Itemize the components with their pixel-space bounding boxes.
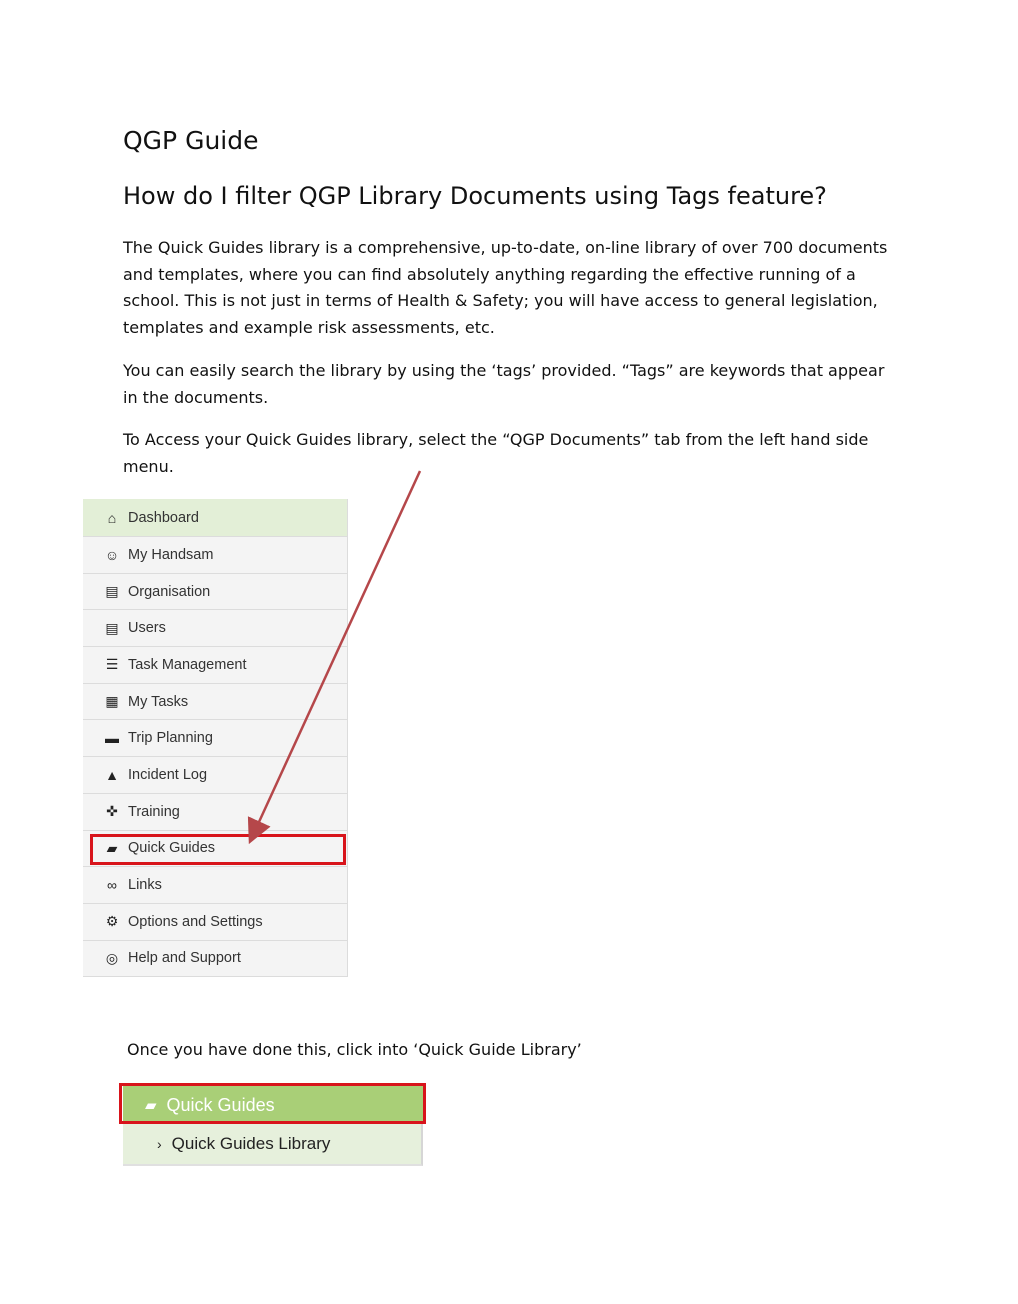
instruction-paragraph: Once you have done this, click into ‘Qui… [127,1040,582,1059]
quick-guides-library-link[interactable]: › Quick Guides Library [123,1124,423,1166]
quick-guides-library-label: Quick Guides Library [171,1134,331,1153]
quick-guides-header-highlight [119,1083,426,1124]
chevron-right-icon: › [157,1136,162,1152]
